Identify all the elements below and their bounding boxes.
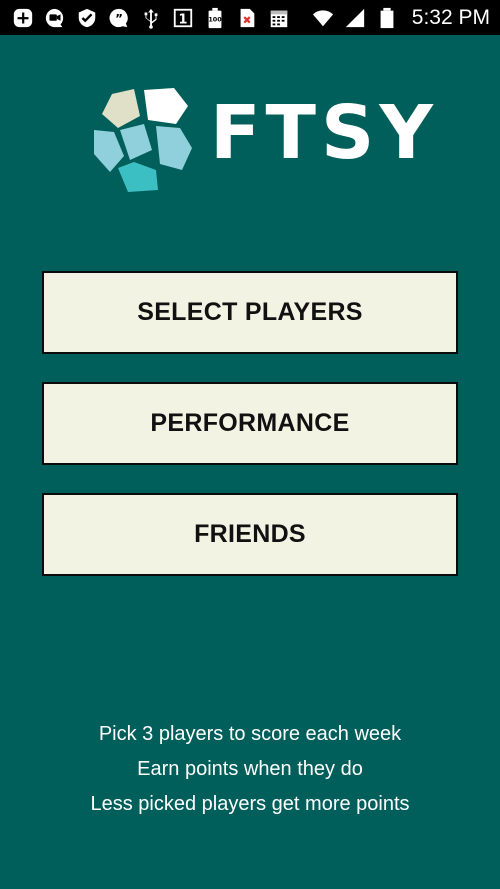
battery-100-icon: 100 [204,7,226,29]
info-line: Pick 3 players to score each week [98,723,402,745]
status-time: 5:32 PM [411,5,490,29]
info-line: Less picked players get more points [90,793,410,815]
wifi-icon [312,7,334,29]
main-menu: SELECT PLAYERS PERFORMANCE FRIENDS [42,271,458,604]
sim-error-icon [236,7,258,29]
performance-button[interactable]: PERFORMANCE [42,382,458,465]
app-logo: FTSY [90,86,433,196]
info-line: Earn points when they do [137,758,363,780]
friends-button[interactable]: FRIENDS [42,493,458,576]
soccer-ball-icon [94,88,192,192]
video-chat-icon [44,7,66,29]
signal-icon [344,7,366,29]
info-text: Pick 3 players to score each week Earn p… [0,720,500,825]
number-one-icon: 1 [172,7,194,29]
check-shield-icon [76,7,98,29]
quote-bubble-icon: ” [108,7,130,29]
usb-icon [140,7,162,29]
battery-icon [376,7,398,29]
calendar-icon [268,7,290,29]
select-players-button[interactable]: SELECT PLAYERS [42,271,458,354]
calendar-badge: 1 [179,12,188,27]
status-bar: ” 1 100 5:32 PM [0,0,500,35]
svg-text:”: ” [115,11,123,25]
add-box-icon [12,7,34,29]
battery-badge: 100 [208,15,222,23]
status-left: ” 1 100 [12,7,290,29]
logo-text: FTSY [210,90,438,176]
status-right: 5:32 PM [312,6,490,30]
